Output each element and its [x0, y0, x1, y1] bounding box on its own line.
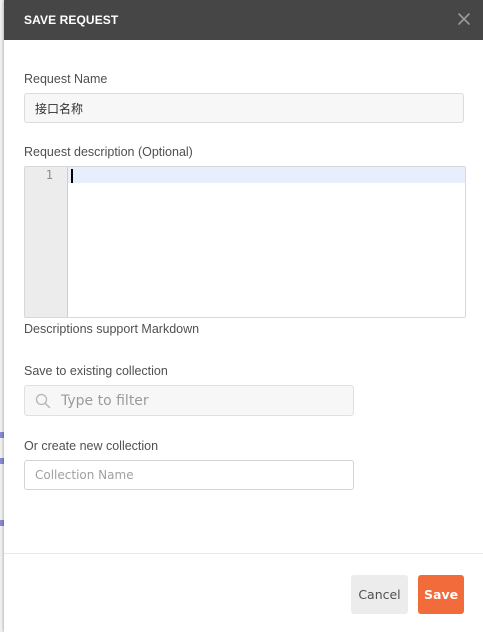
collection-filter-box [24, 385, 354, 416]
description-editor[interactable]: 1 [24, 166, 466, 318]
collection-filter-input[interactable] [59, 386, 353, 415]
close-icon[interactable] [455, 10, 473, 28]
dialog-header: SAVE REQUEST [4, 0, 483, 40]
text-caret [71, 169, 73, 183]
markdown-hint: Descriptions support Markdown [24, 322, 200, 336]
existing-collection-label: Save to existing collection [24, 364, 168, 378]
active-line-highlight [68, 167, 465, 183]
save-button[interactable]: Save [418, 575, 464, 614]
collection-name-input[interactable] [24, 460, 354, 490]
description-label: Request description (Optional) [24, 145, 193, 159]
new-collection-label: Or create new collection [24, 439, 159, 453]
save-request-dialog: SAVE REQUEST Request Name Request descri… [4, 0, 483, 632]
search-icon [35, 393, 51, 409]
footer-divider [4, 553, 483, 554]
dialog-title: SAVE REQUEST [24, 13, 119, 27]
editor-gutter: 1 [25, 167, 68, 317]
cancel-button[interactable]: Cancel [351, 575, 408, 614]
line-number: 1 [45, 168, 53, 182]
request-name-input[interactable] [24, 93, 464, 123]
request-name-label: Request Name [24, 72, 108, 86]
